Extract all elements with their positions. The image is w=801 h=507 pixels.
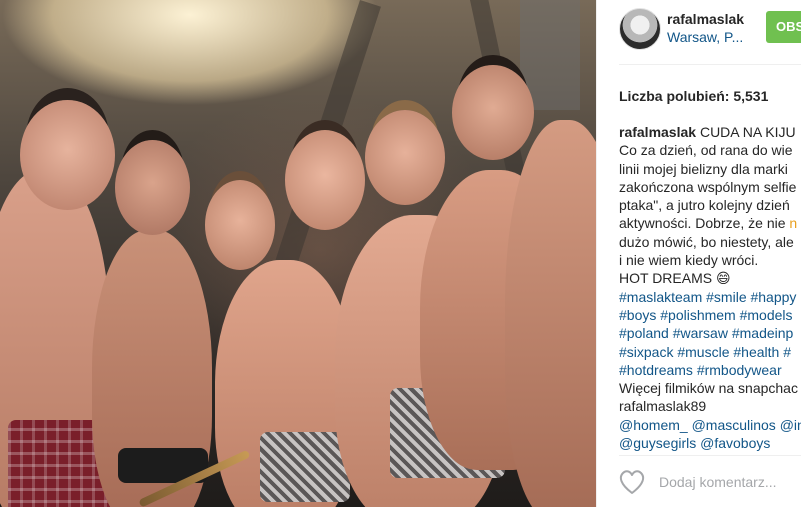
hashtag-line[interactable]: #maslakteam #smile #happy [619,288,801,306]
caption-text: CUDA NA KIJU [696,124,796,140]
instagram-post-view: rafalmaslak Warsaw, P... OBS Liczba polu… [0,0,801,507]
comment-input[interactable] [657,468,801,496]
patterned-briefs [260,432,350,502]
caption-line: zakończona wspólnym selfie [619,178,797,195]
heart-icon [619,470,645,494]
person-head [115,140,190,235]
caption-line: Więcej filmików na snapchac [619,380,798,397]
mention-line[interactable]: @homem_ @masculinos @in [619,416,801,434]
follow-button[interactable]: OBS [766,11,801,43]
divider-line [619,64,801,65]
person-head [365,110,445,205]
hashtag-line[interactable]: #boys #polishmem #models [619,306,801,324]
post-header: rafalmaslak Warsaw, P... OBS [597,0,801,60]
caption-line: dużo mówić, bo niestety, ale [619,233,794,250]
person-head [452,65,534,160]
divider-line [619,455,801,456]
caption-line: i nie wiem kiedy wróci. [619,252,759,269]
post-details-panel: rafalmaslak Warsaw, P... OBS Liczba polu… [597,0,801,507]
post-caption: rafalmaslak CUDA NA KIJU Co za dzień, od… [619,123,801,452]
caption-line: HOT DREAMS 😄 [619,270,731,287]
caption-line: linii mojej bielizny dla marki [619,160,788,177]
caption-username-link[interactable]: rafalmaslak [619,124,696,140]
hashtag-line[interactable]: #poland #warsaw #madeinp [619,324,801,342]
like-button[interactable] [617,468,647,496]
hashtag-line[interactable]: #sixpack #muscle #health # [619,343,801,361]
post-photo[interactable] [0,0,596,507]
person-head [20,100,115,210]
likes-count: Liczba polubień: 5,531 [619,88,769,104]
caption-line: rafalmaslak CUDA NA KIJU [619,123,801,141]
location-link[interactable]: Warsaw, P... [667,29,743,45]
hashtag-line[interactable]: #hotdreams #rmbodywear [619,361,801,379]
username-link[interactable]: rafalmaslak [667,11,744,27]
caption-line: ptaka", a jutro kolejny dzień [619,197,790,214]
person-head [285,130,365,230]
caption-text-highlight: n [789,215,798,232]
caption-line: aktywności. Dobrze, że nie n [619,214,801,232]
caption-line: Co za dzień, od rana do wie [619,142,793,159]
person-head [205,180,275,270]
avatar[interactable] [619,8,661,50]
mention-line[interactable]: @guysegirls @favoboys [619,434,801,452]
caption-line: rafalmaslak89 [619,398,707,415]
caption-text: aktywności. Dobrze, że nie [619,215,790,232]
